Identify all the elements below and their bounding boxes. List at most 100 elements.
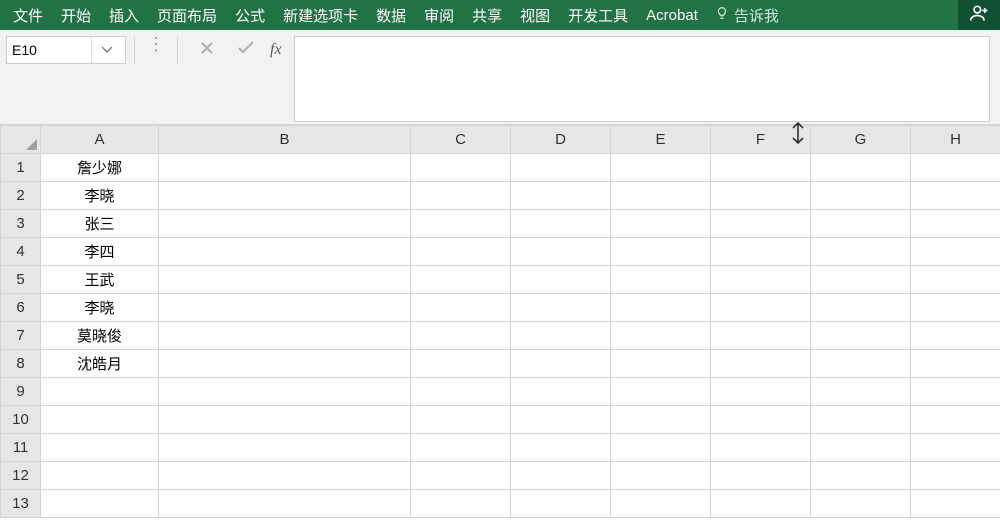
cell[interactable] <box>611 378 711 406</box>
cell[interactable] <box>811 238 911 266</box>
cell[interactable] <box>711 154 811 182</box>
tab-page-layout[interactable]: 页面布局 <box>148 1 226 30</box>
cell[interactable] <box>411 294 511 322</box>
cell[interactable] <box>511 238 611 266</box>
name-box-input[interactable] <box>7 40 91 60</box>
cell[interactable] <box>911 322 1000 350</box>
cell[interactable] <box>811 490 911 518</box>
cell[interactable]: 王武 <box>41 266 159 294</box>
cell[interactable] <box>411 238 511 266</box>
cell[interactable] <box>811 462 911 490</box>
fx-label[interactable]: fx <box>270 41 282 59</box>
cell[interactable] <box>511 210 611 238</box>
cell[interactable] <box>711 434 811 462</box>
cell[interactable] <box>911 462 1000 490</box>
cell[interactable] <box>711 322 811 350</box>
cell[interactable] <box>711 378 811 406</box>
cell[interactable] <box>611 490 711 518</box>
cell[interactable] <box>711 462 811 490</box>
cell[interactable] <box>611 154 711 182</box>
cell[interactable] <box>711 210 811 238</box>
cell[interactable] <box>911 182 1000 210</box>
col-header-E[interactable]: E <box>611 126 711 154</box>
cell[interactable] <box>159 182 411 210</box>
cell[interactable] <box>811 266 911 294</box>
cell[interactable] <box>411 266 511 294</box>
col-header-A[interactable]: A <box>41 126 159 154</box>
tab-acrobat[interactable]: Acrobat <box>637 3 707 28</box>
cell[interactable] <box>911 294 1000 322</box>
cell[interactable] <box>511 294 611 322</box>
cell[interactable] <box>811 322 911 350</box>
cell[interactable] <box>159 238 411 266</box>
cell[interactable]: 沈皓月 <box>41 350 159 378</box>
col-header-D[interactable]: D <box>511 126 611 154</box>
cell[interactable] <box>159 294 411 322</box>
cell[interactable] <box>511 434 611 462</box>
cell[interactable] <box>811 210 911 238</box>
name-box-dropdown[interactable] <box>91 37 121 63</box>
row-header[interactable]: 10 <box>1 406 41 434</box>
tab-view[interactable]: 视图 <box>511 1 559 30</box>
cell[interactable] <box>411 350 511 378</box>
cell[interactable] <box>611 294 711 322</box>
row-header[interactable]: 5 <box>1 266 41 294</box>
cell[interactable] <box>411 154 511 182</box>
cell[interactable] <box>511 350 611 378</box>
cell[interactable] <box>159 350 411 378</box>
cell[interactable]: 李晓 <box>41 182 159 210</box>
cell[interactable] <box>711 294 811 322</box>
tab-new[interactable]: 新建选项卡 <box>274 1 367 30</box>
cancel-button[interactable] <box>189 36 225 64</box>
cell[interactable] <box>711 182 811 210</box>
row-header[interactable]: 11 <box>1 434 41 462</box>
select-all-corner[interactable] <box>1 126 41 154</box>
cell[interactable] <box>411 322 511 350</box>
cell[interactable] <box>611 322 711 350</box>
cell[interactable] <box>41 406 159 434</box>
cell[interactable]: 李晓 <box>41 294 159 322</box>
tab-file[interactable]: 文件 <box>4 1 52 30</box>
enter-button[interactable] <box>228 36 264 64</box>
cell[interactable] <box>911 210 1000 238</box>
cell[interactable]: 詹少娜 <box>41 154 159 182</box>
cell[interactable] <box>41 490 159 518</box>
row-header[interactable]: 4 <box>1 238 41 266</box>
col-header-G[interactable]: G <box>811 126 911 154</box>
cell[interactable]: 张三 <box>41 210 159 238</box>
cell[interactable] <box>611 266 711 294</box>
cell[interactable] <box>811 154 911 182</box>
tab-developer[interactable]: 开发工具 <box>559 1 637 30</box>
cell[interactable] <box>911 378 1000 406</box>
cell[interactable] <box>811 350 911 378</box>
row-header[interactable]: 8 <box>1 350 41 378</box>
row-header[interactable]: 7 <box>1 322 41 350</box>
cell[interactable] <box>911 266 1000 294</box>
cell[interactable] <box>159 462 411 490</box>
row-header[interactable]: 13 <box>1 490 41 518</box>
cell[interactable] <box>911 238 1000 266</box>
cell[interactable] <box>711 490 811 518</box>
cell[interactable] <box>159 378 411 406</box>
cell[interactable] <box>811 434 911 462</box>
cell[interactable] <box>159 266 411 294</box>
cell[interactable] <box>811 378 911 406</box>
cell[interactable] <box>811 182 911 210</box>
tab-formulas[interactable]: 公式 <box>226 1 274 30</box>
cell[interactable]: 李四 <box>41 238 159 266</box>
cell[interactable] <box>911 154 1000 182</box>
cell[interactable] <box>511 182 611 210</box>
spreadsheet-grid[interactable]: A B C D E F G H 1詹少娜2李晓3张三4李四5王武6李晓7莫晓俊8… <box>0 125 1000 518</box>
cell[interactable] <box>159 322 411 350</box>
cell[interactable] <box>511 490 611 518</box>
cell[interactable] <box>611 434 711 462</box>
cell[interactable] <box>611 406 711 434</box>
row-header[interactable]: 12 <box>1 462 41 490</box>
share-button[interactable] <box>958 0 1000 30</box>
cell[interactable] <box>511 266 611 294</box>
cell[interactable] <box>911 490 1000 518</box>
cell[interactable] <box>411 182 511 210</box>
tell-me-search[interactable]: 告诉我 <box>707 1 787 30</box>
cell[interactable] <box>159 490 411 518</box>
cell[interactable] <box>911 434 1000 462</box>
